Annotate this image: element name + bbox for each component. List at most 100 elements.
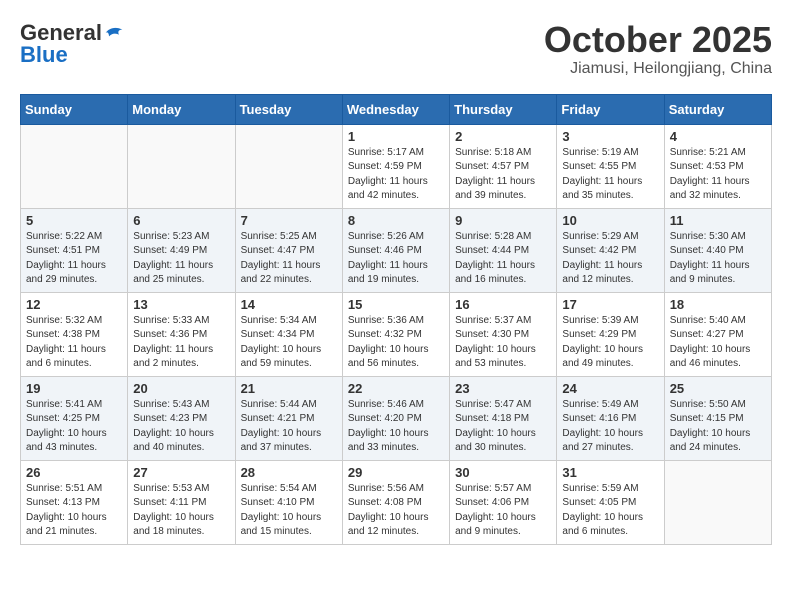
day-number: 20 [133, 381, 229, 396]
calendar-cell: 27 Sunrise: 5:53 AM Sunset: 4:11 PM Dayli… [128, 460, 235, 544]
calendar-cell: 11Sunrise: 5:30 AM Sunset: 4:40 PM Dayli… [664, 208, 771, 292]
day-number: 9 [455, 213, 551, 228]
day-number: 12 [26, 297, 122, 312]
day-number: 16 [455, 297, 551, 312]
calendar-cell: 13Sunrise: 5:33 AM Sunset: 4:36 PM Dayli… [128, 292, 235, 376]
day-info: Sunrise: 5:46 AM Sunset: 4:20 PM Dayligh… [348, 398, 444, 456]
day-number: 13 [133, 297, 229, 312]
calendar-cell [235, 124, 342, 208]
calendar-cell: 7 Sunrise: 5:25 AM Sunset: 4:47 PM Daylig… [235, 208, 342, 292]
day-number: 28 [241, 465, 337, 480]
day-info: Sunrise: 5:39 AM Sunset: 4:29 PM Dayligh… [562, 314, 658, 372]
day-number: 10 [562, 213, 658, 228]
calendar-cell [21, 124, 128, 208]
calendar-cell: 5Sunrise: 5:22 AM Sunset: 4:51 PM Daylig… [21, 208, 128, 292]
calendar-cell: 23 Sunrise: 5:47 AM Sunset: 4:18 PM Dayli… [450, 376, 557, 460]
weekday-header-monday: Monday [128, 94, 235, 124]
day-number: 21 [241, 381, 337, 396]
day-number: 6 [133, 213, 229, 228]
calendar-cell: 28 Sunrise: 5:54 AM Sunset: 4:10 PM Dayli… [235, 460, 342, 544]
calendar-cell: 6Sunrise: 5:23 AM Sunset: 4:49 PM Daylig… [128, 208, 235, 292]
day-number: 22 [348, 381, 444, 396]
day-number: 2 [455, 129, 551, 144]
day-number: 30 [455, 465, 551, 480]
day-info: Sunrise: 5:57 AM Sunset: 4:06 PM Dayligh… [455, 482, 551, 540]
calendar-cell: 8 Sunrise: 5:26 AM Sunset: 4:46 PM Daylig… [342, 208, 449, 292]
calendar-cell: 14 Sunrise: 5:34 AM Sunset: 4:34 PM Dayli… [235, 292, 342, 376]
page-header: General Blue October 2025 Jiamusi, Heilo… [20, 20, 772, 78]
day-info: Sunrise: 5:59 AM Sunset: 4:05 PM Dayligh… [562, 482, 658, 540]
day-number: 14 [241, 297, 337, 312]
location-subtitle: Jiamusi, Heilongjiang, China [544, 60, 772, 78]
calendar-cell: 29 Sunrise: 5:56 AM Sunset: 4:08 PM Dayli… [342, 460, 449, 544]
day-info: Sunrise: 5:54 AM Sunset: 4:10 PM Dayligh… [241, 482, 337, 540]
calendar-week-row: 1 Sunrise: 5:17 AM Sunset: 4:59 PM Daylig… [21, 124, 772, 208]
day-info: Sunrise: 5:49 AM Sunset: 4:16 PM Dayligh… [562, 398, 658, 456]
day-number: 1 [348, 129, 444, 144]
day-info: Sunrise: 5:30 AM Sunset: 4:40 PM Dayligh… [670, 230, 766, 288]
day-info: Sunrise: 5:56 AM Sunset: 4:08 PM Dayligh… [348, 482, 444, 540]
day-number: 7 [241, 213, 337, 228]
calendar-cell: 21 Sunrise: 5:44 AM Sunset: 4:21 PM Dayli… [235, 376, 342, 460]
calendar-cell: 25 Sunrise: 5:50 AM Sunset: 4:15 PM Dayli… [664, 376, 771, 460]
day-number: 18 [670, 297, 766, 312]
day-info: Sunrise: 5:26 AM Sunset: 4:46 PM Dayligh… [348, 230, 444, 288]
calendar-cell: 18 Sunrise: 5:40 AM Sunset: 4:27 PM Dayli… [664, 292, 771, 376]
calendar-cell: 22 Sunrise: 5:46 AM Sunset: 4:20 PM Dayli… [342, 376, 449, 460]
day-number: 19 [26, 381, 122, 396]
day-info: Sunrise: 5:47 AM Sunset: 4:18 PM Dayligh… [455, 398, 551, 456]
day-info: Sunrise: 5:37 AM Sunset: 4:30 PM Dayligh… [455, 314, 551, 372]
logo: General Blue [20, 20, 124, 68]
calendar-cell: 10Sunrise: 5:29 AM Sunset: 4:42 PM Dayli… [557, 208, 664, 292]
day-number: 4 [670, 129, 766, 144]
day-number: 27 [133, 465, 229, 480]
day-info: Sunrise: 5:44 AM Sunset: 4:21 PM Dayligh… [241, 398, 337, 456]
logo-blue-text: Blue [20, 42, 68, 68]
weekday-header-wednesday: Wednesday [342, 94, 449, 124]
day-info: Sunrise: 5:28 AM Sunset: 4:44 PM Dayligh… [455, 230, 551, 288]
calendar-week-row: 12Sunrise: 5:32 AM Sunset: 4:38 PM Dayli… [21, 292, 772, 376]
day-info: Sunrise: 5:17 AM Sunset: 4:59 PM Dayligh… [348, 146, 444, 204]
day-number: 8 [348, 213, 444, 228]
calendar-header-row: SundayMondayTuesdayWednesdayThursdayFrid… [21, 94, 772, 124]
day-info: Sunrise: 5:34 AM Sunset: 4:34 PM Dayligh… [241, 314, 337, 372]
day-info: Sunrise: 5:53 AM Sunset: 4:11 PM Dayligh… [133, 482, 229, 540]
calendar-cell: 30 Sunrise: 5:57 AM Sunset: 4:06 PM Dayli… [450, 460, 557, 544]
day-info: Sunrise: 5:50 AM Sunset: 4:15 PM Dayligh… [670, 398, 766, 456]
calendar-cell: 24 Sunrise: 5:49 AM Sunset: 4:16 PM Dayli… [557, 376, 664, 460]
weekday-header-saturday: Saturday [664, 94, 771, 124]
calendar-cell [128, 124, 235, 208]
title-block: October 2025 Jiamusi, Heilongjiang, Chin… [544, 20, 772, 78]
day-info: Sunrise: 5:36 AM Sunset: 4:32 PM Dayligh… [348, 314, 444, 372]
calendar-cell: 19 Sunrise: 5:41 AM Sunset: 4:25 PM Dayli… [21, 376, 128, 460]
month-title: October 2025 [544, 20, 772, 60]
day-number: 29 [348, 465, 444, 480]
day-number: 26 [26, 465, 122, 480]
day-number: 23 [455, 381, 551, 396]
calendar-cell: 4 Sunrise: 5:21 AM Sunset: 4:53 PM Daylig… [664, 124, 771, 208]
day-info: Sunrise: 5:22 AM Sunset: 4:51 PM Dayligh… [26, 230, 122, 288]
day-number: 24 [562, 381, 658, 396]
logo-bird-icon [104, 24, 124, 42]
weekday-header-thursday: Thursday [450, 94, 557, 124]
day-info: Sunrise: 5:19 AM Sunset: 4:55 PM Dayligh… [562, 146, 658, 204]
day-number: 15 [348, 297, 444, 312]
day-info: Sunrise: 5:43 AM Sunset: 4:23 PM Dayligh… [133, 398, 229, 456]
calendar-cell: 1 Sunrise: 5:17 AM Sunset: 4:59 PM Daylig… [342, 124, 449, 208]
calendar-cell: 15 Sunrise: 5:36 AM Sunset: 4:32 PM Dayli… [342, 292, 449, 376]
day-info: Sunrise: 5:41 AM Sunset: 4:25 PM Dayligh… [26, 398, 122, 456]
calendar-cell: 9 Sunrise: 5:28 AM Sunset: 4:44 PM Daylig… [450, 208, 557, 292]
calendar-cell: 20 Sunrise: 5:43 AM Sunset: 4:23 PM Dayli… [128, 376, 235, 460]
calendar-week-row: 19 Sunrise: 5:41 AM Sunset: 4:25 PM Dayli… [21, 376, 772, 460]
calendar-table: SundayMondayTuesdayWednesdayThursdayFrid… [20, 94, 772, 545]
weekday-header-tuesday: Tuesday [235, 94, 342, 124]
day-number: 17 [562, 297, 658, 312]
calendar-cell: 12Sunrise: 5:32 AM Sunset: 4:38 PM Dayli… [21, 292, 128, 376]
calendar-cell: 16 Sunrise: 5:37 AM Sunset: 4:30 PM Dayli… [450, 292, 557, 376]
calendar-cell: 3Sunrise: 5:19 AM Sunset: 4:55 PM Daylig… [557, 124, 664, 208]
day-info: Sunrise: 5:40 AM Sunset: 4:27 PM Dayligh… [670, 314, 766, 372]
day-info: Sunrise: 5:21 AM Sunset: 4:53 PM Dayligh… [670, 146, 766, 204]
day-info: Sunrise: 5:25 AM Sunset: 4:47 PM Dayligh… [241, 230, 337, 288]
day-number: 25 [670, 381, 766, 396]
calendar-cell [664, 460, 771, 544]
